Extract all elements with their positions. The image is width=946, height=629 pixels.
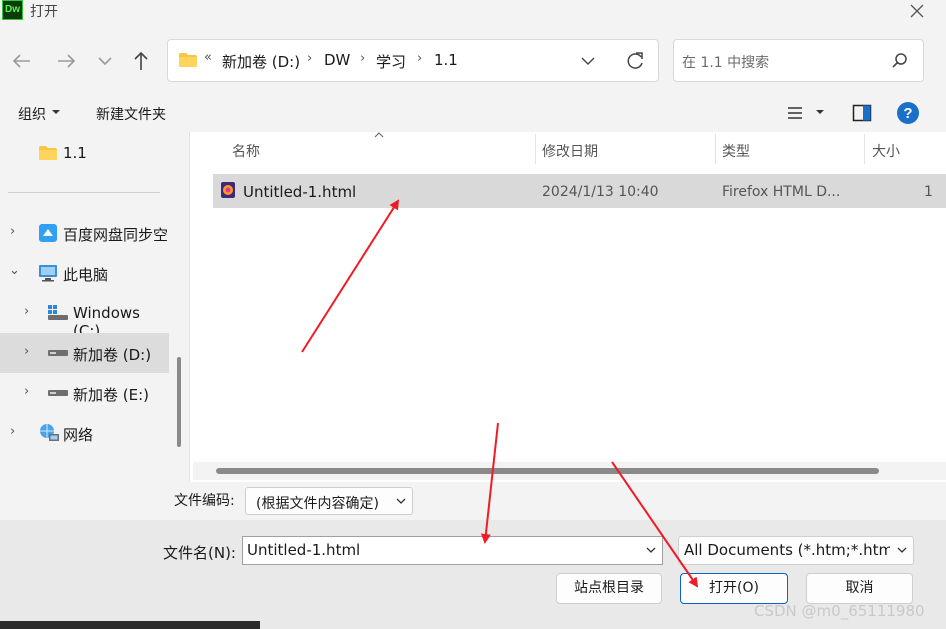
annotation-arrow-to-file xyxy=(301,199,400,353)
annotation-arrows xyxy=(301,199,699,588)
annotation-arrow-to-open xyxy=(611,461,699,588)
annotation-arrow-to-filename xyxy=(480,422,499,544)
